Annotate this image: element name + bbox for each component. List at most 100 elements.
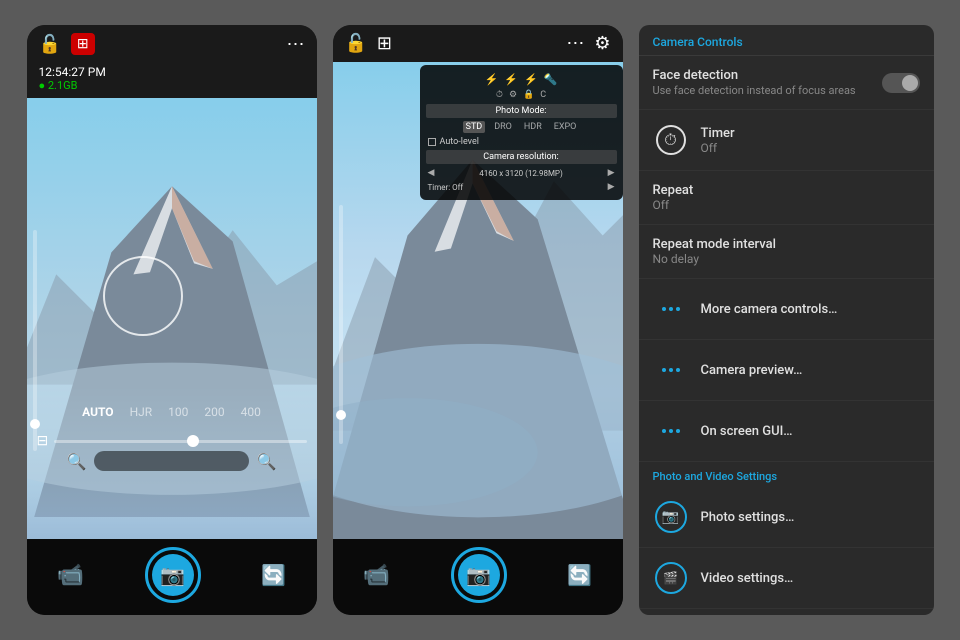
repeat-text: Repeat Off [653,183,920,212]
capture-button-inner: 📷 [152,554,194,596]
iso-bar: AUTO HJR 100 200 400 [27,405,317,419]
timer-row: Timer: Off ▶ [426,180,617,194]
timer-arrow[interactable]: ▶ [608,182,615,192]
dot8 [669,429,673,433]
more-controls-icon-container [653,291,689,327]
iso-200[interactable]: 200 [204,405,224,419]
res-prev-arrow[interactable]: ◀ [428,168,435,178]
flash-off-icon[interactable]: ⚡ [504,73,518,86]
panel2-header-left: 🔓 ⊞ [345,33,393,54]
panel2-capture-button[interactable]: 📷 [451,547,507,603]
timer-label: Timer: Off [428,183,464,192]
on-screen-gui-icon-container [653,413,689,449]
repeat-interval-text: Repeat mode interval No delay [653,237,920,266]
toggle-knob [902,75,918,91]
repeat-value: Off [653,198,920,212]
repeat-interval-item[interactable]: Repeat mode interval No delay [639,225,934,279]
main-container: 🔓 ⊞ ⋯ 12:54:27 PM ● 2.1GB [0,0,960,640]
more-controls-item[interactable]: More camera controls… [639,279,934,340]
exposure-bar: ⊟ [37,433,307,449]
repeat-item[interactable]: Repeat Off [639,171,934,225]
face-detection-sublabel: Use face detection instead of focus area… [653,84,870,97]
camera-preview-label: Camera preview… [701,363,803,378]
camera-icon: 📷 [160,563,185,587]
more-icon[interactable]: ⋯ [287,34,305,55]
timer-item[interactable]: ⏱ Timer Off [639,110,934,171]
dot3 [676,307,680,311]
dots-more-controls [662,307,680,311]
more-controls-label: More camera controls… [701,302,838,317]
timer-icon-container: ⏱ [653,122,689,158]
mode-bar: STD DRO HDR EXPO [426,121,617,133]
repeat-interval-value: No delay [653,252,920,266]
panel2-header: 🔓 ⊞ ⋯ ⚙ [333,25,623,62]
panel2-switch-button[interactable]: 🔄 [567,563,592,587]
mode-dro[interactable]: DRO [491,121,515,133]
panel2-settings-icon[interactable]: ⚙ [594,33,610,54]
auto-level-checkbox[interactable] [428,138,436,146]
torch-icon[interactable]: 🔦 [544,73,558,86]
timer-value: Off [701,141,920,155]
iso-400[interactable]: 400 [241,405,261,419]
exposure-red-icon[interactable]: ⊞ [71,33,95,55]
mode-std[interactable]: STD [463,121,486,133]
resolution-row: ◀ 4160 x 3120 (12.98MP) ▶ [426,166,617,180]
iso-hjr[interactable]: HJR [130,405,153,419]
mode-hdr[interactable]: HDR [521,121,545,133]
dot2 [669,307,673,311]
zoom-track[interactable] [94,451,248,471]
phone-panel-1: 🔓 ⊞ ⋯ 12:54:27 PM ● 2.1GB [27,25,317,615]
camera-preview-icon-container [653,352,689,388]
res-next-arrow[interactable]: ▶ [608,168,615,178]
face-detection-item[interactable]: Face detection Use face detection instea… [639,56,934,110]
dot9 [676,429,680,433]
camera-preview-item[interactable]: Camera preview… [639,340,934,401]
timer-label: Timer [701,126,920,141]
exposure-track[interactable] [54,440,306,443]
camera-view-1[interactable]: AUTO HJR 100 200 400 ⊟ 🔍 🔍 [27,98,317,539]
exposure-low-icon: ⊟ [37,433,49,449]
panel2-exposure-icon[interactable]: ⊞ [377,33,392,54]
timer-small-icon[interactable]: ⏱ [496,90,503,100]
zoom-in-icon[interactable]: 🔍 [257,452,277,471]
on-screen-gui-label: On screen GUI… [701,424,793,439]
dots-on-screen [662,429,680,433]
video-button[interactable]: 📹 [57,563,84,588]
zoom-out-icon[interactable]: 🔍 [67,452,87,471]
dot6 [676,368,680,372]
panel2-header-right: ⋯ ⚙ [566,33,610,54]
lock-small-icon[interactable]: 🔒 [523,90,534,100]
photo-settings-camera-icon: 📷 [655,501,687,533]
settings-overlay[interactable]: ⚡ ⚡ ⚡ 🔦 ⏱ ⚙ 🔒 C Photo Mode: STD DRO HDR … [420,65,623,200]
switch-camera-button[interactable]: 🔄 [261,563,286,587]
phone-panel-2: 🔓 ⊞ ⋯ ⚙ ⚡ ⚡ ⚡ 🔦 ⏱ ⚙ 🔒 C Photo Mode: [333,25,623,615]
video-settings-icon-container: 🎬 [653,560,689,596]
capture-button[interactable]: 📷 [145,547,201,603]
mode-expo[interactable]: EXPO [551,121,580,133]
gear-small-icon[interactable]: ⚙ [509,90,517,100]
iso-auto[interactable]: AUTO [82,405,113,419]
panel1-bottom: 📹 📷 🔄 [27,539,317,615]
flash-auto-icon[interactable]: ⚡ [524,73,538,86]
vertical-thumb [30,419,40,429]
video-settings-item[interactable]: 🎬 Video settings… [639,548,934,609]
photo-settings-label: Photo settings… [701,510,795,525]
repeat-label: Repeat [653,183,920,198]
flash-icon[interactable]: ⚡ [485,73,499,86]
header-right-icons: ⋯ [287,34,305,55]
iso-100[interactable]: 100 [168,405,188,419]
exposure-thumb [187,435,199,447]
dot7 [662,429,666,433]
timer-icon: ⏱ [656,125,686,155]
face-detection-toggle[interactable] [882,73,920,93]
on-screen-gui-item[interactable]: On screen GUI… [639,401,934,462]
panel2-video-button[interactable]: 📹 [363,563,390,588]
vertical-slider-2[interactable] [339,205,343,444]
panel2-capture-inner: 📷 [458,554,500,596]
settings-row2: ⏱ ⚙ 🔒 C [426,88,617,102]
panel1-header: 🔓 ⊞ ⋯ [27,25,317,63]
photo-settings-item[interactable]: 📷 Photo settings… [639,487,934,548]
auto-level-label: Auto-level [440,137,479,147]
video-settings-video-icon: 🎬 [655,562,687,594]
panel2-more-icon[interactable]: ⋯ [566,33,584,54]
